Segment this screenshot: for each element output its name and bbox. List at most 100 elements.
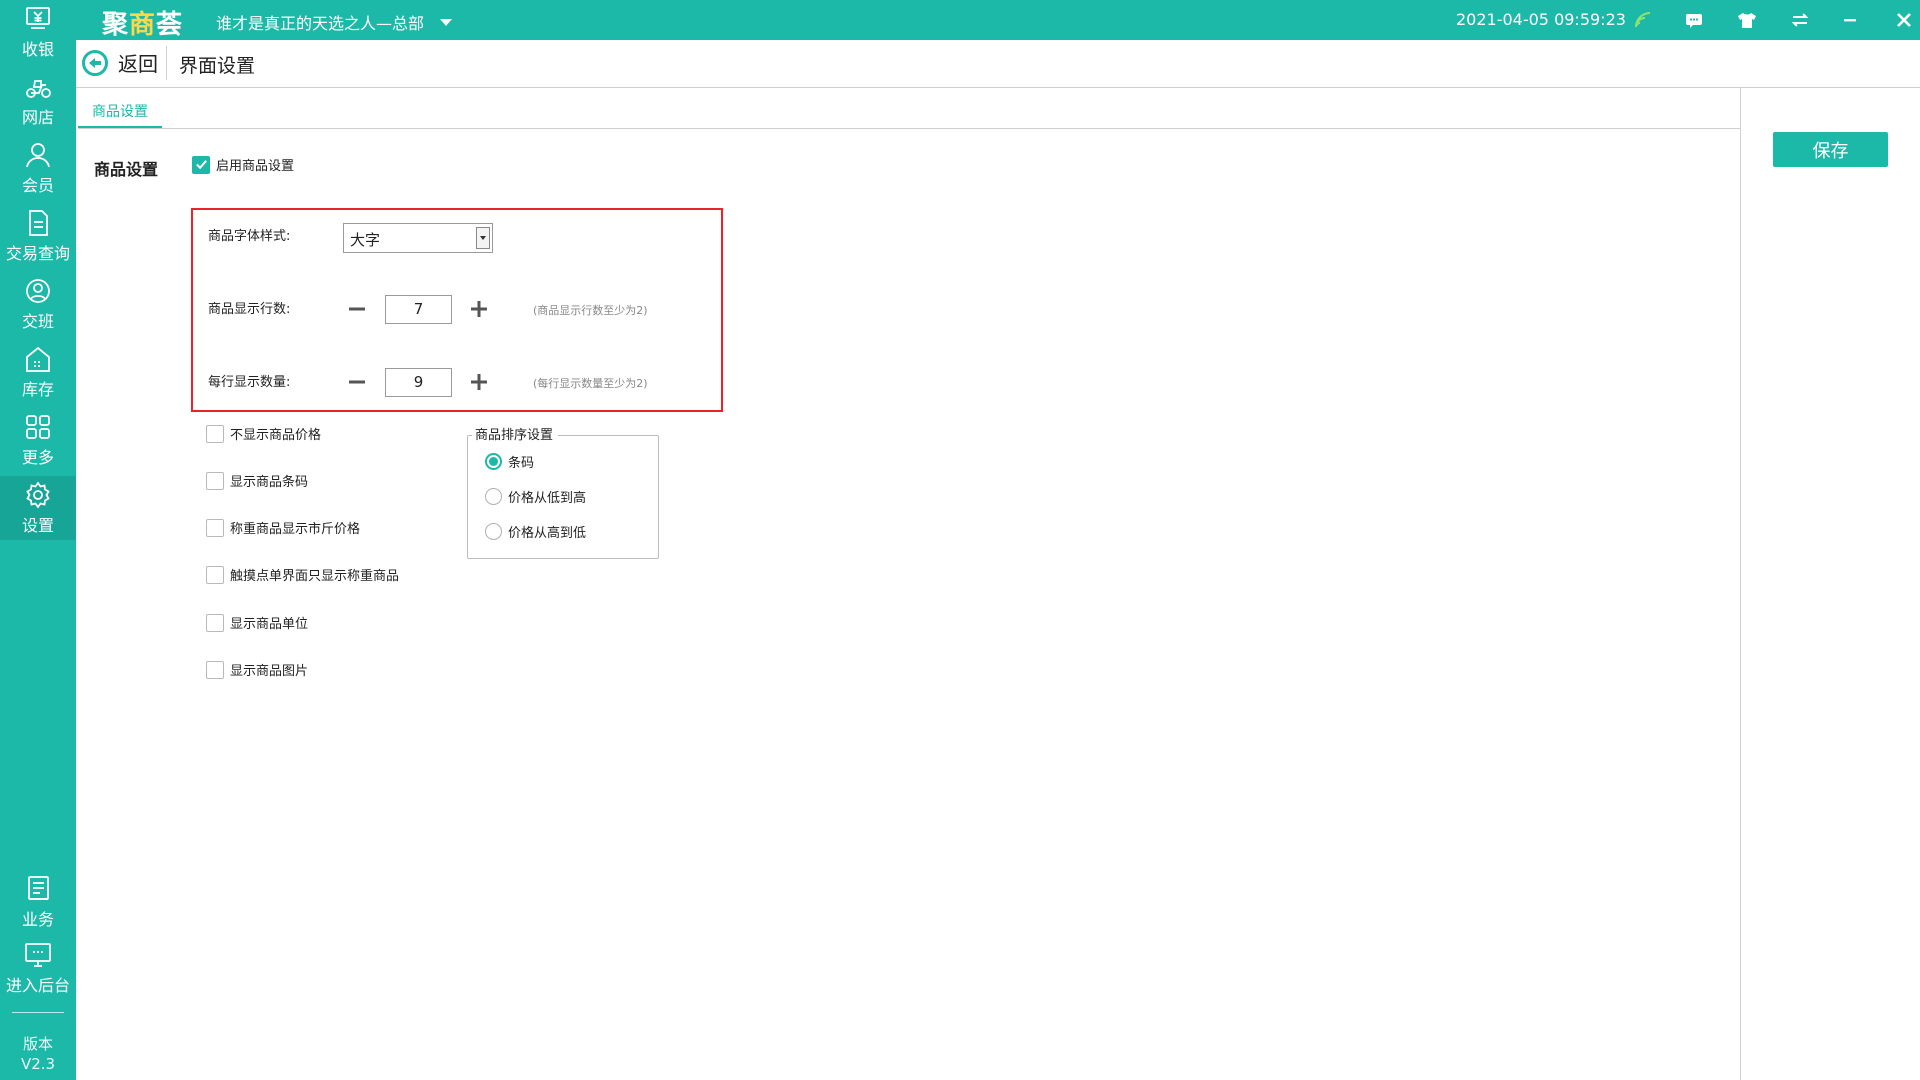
checkbox-label: 不显示商品价格 bbox=[230, 428, 322, 443]
sidebar-item-online-store[interactable]: 网店 bbox=[0, 68, 76, 132]
tab-product-settings[interactable]: 商品设置 bbox=[78, 100, 162, 128]
warehouse-icon bbox=[23, 344, 53, 378]
checkbox-label: 称重商品显示市斤价格 bbox=[230, 522, 361, 537]
font-style-select[interactable]: 大字 bbox=[343, 223, 493, 253]
back-button[interactable]: 返回 bbox=[82, 48, 158, 77]
show-jin-price-checkbox[interactable]: 称重商品显示市斤价格 bbox=[206, 518, 360, 537]
back-arrow-icon bbox=[82, 49, 108, 76]
font-style-value: 大字 bbox=[350, 231, 381, 249]
shift-user-icon bbox=[23, 276, 53, 310]
page-header: 返回 界面设置 bbox=[76, 40, 1920, 88]
shirt-icon[interactable] bbox=[1735, 8, 1759, 32]
delivery-bike-icon bbox=[23, 72, 53, 106]
panel-divider bbox=[1740, 88, 1741, 1080]
sidebar-item-member[interactable]: 会员 bbox=[0, 136, 76, 200]
dropdown-arrow-icon bbox=[476, 227, 490, 249]
sidebar-item-label: 业务 bbox=[21, 910, 54, 929]
section-title: 商品设置 bbox=[94, 160, 159, 179]
grid-icon bbox=[23, 412, 53, 446]
app-window: 收银 网店 会员 交易查询 交班 库存 更多 设置 业务 进入后台 版本 V2.… bbox=[0, 0, 1920, 1080]
checkbox-label: 启用商品设置 bbox=[216, 159, 295, 174]
gear-icon bbox=[23, 480, 53, 514]
show-unit-checkbox[interactable]: 显示商品单位 bbox=[206, 613, 308, 632]
rows-input[interactable]: 7 bbox=[385, 295, 452, 324]
version-label: 版本 bbox=[22, 1035, 53, 1053]
sidebar-item-shift[interactable]: 交班 bbox=[0, 272, 76, 336]
radio-unselected-icon bbox=[485, 488, 502, 505]
plus-icon bbox=[471, 301, 487, 317]
per-row-increment-button[interactable] bbox=[469, 372, 489, 392]
sidebar-item-label: 网店 bbox=[21, 108, 54, 127]
sidebar-divider bbox=[12, 1012, 64, 1013]
sync-arrows-icon[interactable] bbox=[1788, 8, 1812, 32]
checkbox-label: 显示商品图片 bbox=[230, 664, 309, 679]
radio-unselected-icon bbox=[485, 523, 502, 540]
checkbox-unchecked-icon bbox=[206, 613, 224, 632]
member-icon bbox=[23, 140, 53, 174]
sidebar-item-cashier[interactable]: 收银 bbox=[0, 0, 76, 64]
per-row-decrement-button[interactable] bbox=[347, 372, 367, 392]
cash-register-icon bbox=[23, 4, 53, 38]
sort-radio-price-desc[interactable]: 价格从高到低 bbox=[485, 522, 586, 541]
font-style-label: 商品字体样式: bbox=[208, 229, 291, 244]
sort-radio-barcode[interactable]: 条码 bbox=[485, 452, 534, 471]
per-row-hint: (每行显示数量至少为2) bbox=[533, 377, 648, 390]
checkbox-unchecked-icon bbox=[206, 471, 224, 490]
radio-label: 价格从低到高 bbox=[508, 491, 587, 506]
store-selector[interactable]: 谁才是真正的天选之人—总部 bbox=[216, 10, 453, 34]
title-bar: 聚商荟 谁才是真正的天选之人—总部 2021-04-05 09:59:23 bbox=[76, 0, 1920, 40]
plus-icon bbox=[471, 374, 487, 390]
sidebar-item-business[interactable]: 业务 bbox=[0, 870, 76, 934]
sort-group-title: 商品排序设置 bbox=[472, 424, 559, 443]
document-icon bbox=[23, 208, 53, 242]
checkbox-unchecked-icon bbox=[206, 518, 224, 537]
datetime: 2021-04-05 09:59:23 bbox=[1456, 10, 1626, 29]
sidebar-item-label: 会员 bbox=[21, 176, 54, 195]
sidebar-item-label: 交班 bbox=[21, 312, 54, 331]
sort-radio-price-asc[interactable]: 价格从低到高 bbox=[485, 487, 586, 506]
save-button[interactable]: 保存 bbox=[1773, 132, 1888, 167]
minus-icon bbox=[349, 380, 365, 384]
business-book-icon bbox=[23, 874, 53, 908]
radio-selected-icon bbox=[485, 453, 502, 470]
close-icon[interactable] bbox=[1892, 8, 1916, 32]
checkbox-unchecked-icon bbox=[206, 565, 224, 584]
sidebar-item-settings[interactable]: 设置 bbox=[0, 476, 76, 540]
rows-decrement-button[interactable] bbox=[347, 299, 367, 319]
per-row-input[interactable]: 9 bbox=[385, 368, 452, 397]
monitor-icon bbox=[23, 940, 53, 974]
sidebar-item-transactions[interactable]: 交易查询 bbox=[0, 204, 76, 268]
checkbox-checked-icon bbox=[192, 155, 210, 174]
rows-hint: (商品显示行数至少为2) bbox=[533, 304, 648, 317]
rows-increment-button[interactable] bbox=[469, 299, 489, 319]
message-icon[interactable] bbox=[1682, 8, 1706, 32]
touch-weighed-only-checkbox[interactable]: 触摸点单界面只显示称重商品 bbox=[206, 565, 399, 584]
store-name: 谁才是真正的天选之人—总部 bbox=[216, 14, 425, 33]
rows-label: 商品显示行数: bbox=[208, 302, 291, 317]
checkbox-unchecked-icon bbox=[206, 424, 224, 443]
sidebar-item-backend[interactable]: 进入后台 bbox=[0, 936, 76, 1000]
sidebar-item-label: 设置 bbox=[21, 516, 54, 535]
hide-price-checkbox[interactable]: 不显示商品价格 bbox=[206, 424, 321, 443]
tab-bar: 商品设置 bbox=[78, 88, 1740, 129]
sidebar-item-more[interactable]: 更多 bbox=[0, 408, 76, 472]
show-image-checkbox[interactable]: 显示商品图片 bbox=[206, 660, 308, 679]
brand-logo: 聚商荟 bbox=[102, 10, 184, 40]
minus-icon bbox=[349, 307, 365, 311]
sidebar-item-inventory[interactable]: 库存 bbox=[0, 340, 76, 404]
enable-product-settings-checkbox[interactable]: 启用商品设置 bbox=[192, 155, 294, 174]
wifi-signal-icon[interactable] bbox=[1631, 8, 1655, 32]
checkbox-label: 显示商品单位 bbox=[230, 617, 309, 632]
sidebar-item-label: 收银 bbox=[21, 40, 54, 59]
show-barcode-checkbox[interactable]: 显示商品条码 bbox=[206, 471, 308, 490]
radio-label: 条码 bbox=[508, 456, 535, 471]
sidebar: 收银 网店 会员 交易查询 交班 库存 更多 设置 业务 进入后台 版本 V2.… bbox=[0, 0, 76, 1080]
sidebar-item-label: 库存 bbox=[21, 380, 54, 399]
checkbox-label: 触摸点单界面只显示称重商品 bbox=[230, 569, 400, 584]
back-label: 返回 bbox=[118, 52, 158, 76]
sidebar-item-label: 进入后台 bbox=[5, 976, 70, 995]
radio-label: 价格从高到低 bbox=[508, 526, 587, 541]
chevron-down-icon bbox=[440, 18, 453, 26]
minimize-icon[interactable] bbox=[1838, 8, 1862, 32]
checkbox-unchecked-icon bbox=[206, 660, 224, 679]
